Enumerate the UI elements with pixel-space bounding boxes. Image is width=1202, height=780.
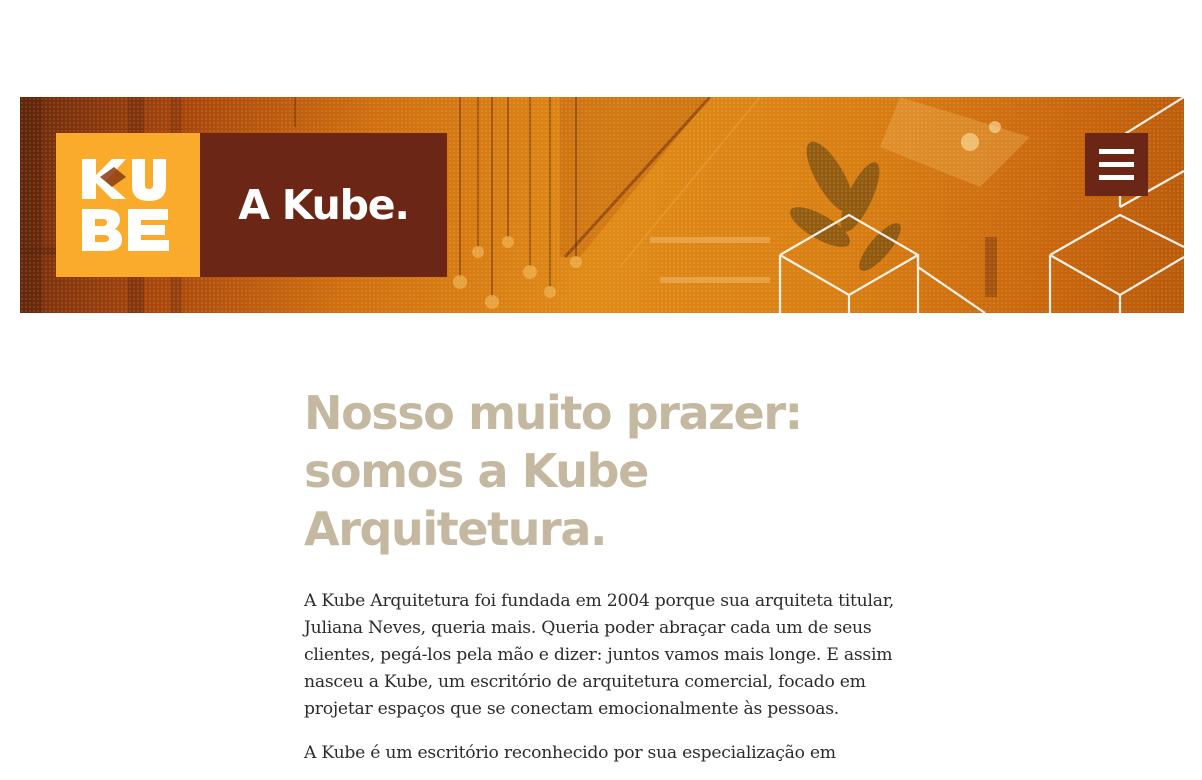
menu-button[interactable] <box>1085 133 1148 196</box>
paragraph-line: nasceu a Kube, um escritório de arquitet… <box>304 672 866 692</box>
paragraph-line: projetar espaços que se conectam emocion… <box>304 699 839 719</box>
paragraph-line: A Kube Arquitetura foi fundada em 2004 p… <box>304 591 895 611</box>
heading-line: Nosso muito prazer: <box>304 386 803 440</box>
main-content: Nosso muito prazer: somos a Kube Arquite… <box>304 384 904 767</box>
paragraph-line: A Kube é um escritório reconhecido por s… <box>304 743 836 763</box>
paragraph-line: clientes, pegá-los pela mão e dizer: jun… <box>304 645 893 665</box>
hero-banner: A Kube. <box>20 97 1184 313</box>
page-heading: Nosso muito prazer: somos a Kube Arquite… <box>304 384 904 558</box>
brand-title: A Kube. <box>238 181 410 229</box>
second-paragraph: A Kube é um escritório reconhecido por s… <box>304 740 900 767</box>
kube-logo[interactable] <box>56 133 200 277</box>
heading-line: Arquitetura. <box>304 502 607 556</box>
kube-logo-mark <box>82 159 169 251</box>
paragraph-line: Juliana Neves, queria mais. Queria poder… <box>304 618 872 638</box>
heading-line: somos a Kube <box>304 444 649 498</box>
brand-title-box: A Kube. <box>200 133 447 277</box>
intro-paragraph: A Kube Arquitetura foi fundada em 2004 p… <box>304 588 900 723</box>
